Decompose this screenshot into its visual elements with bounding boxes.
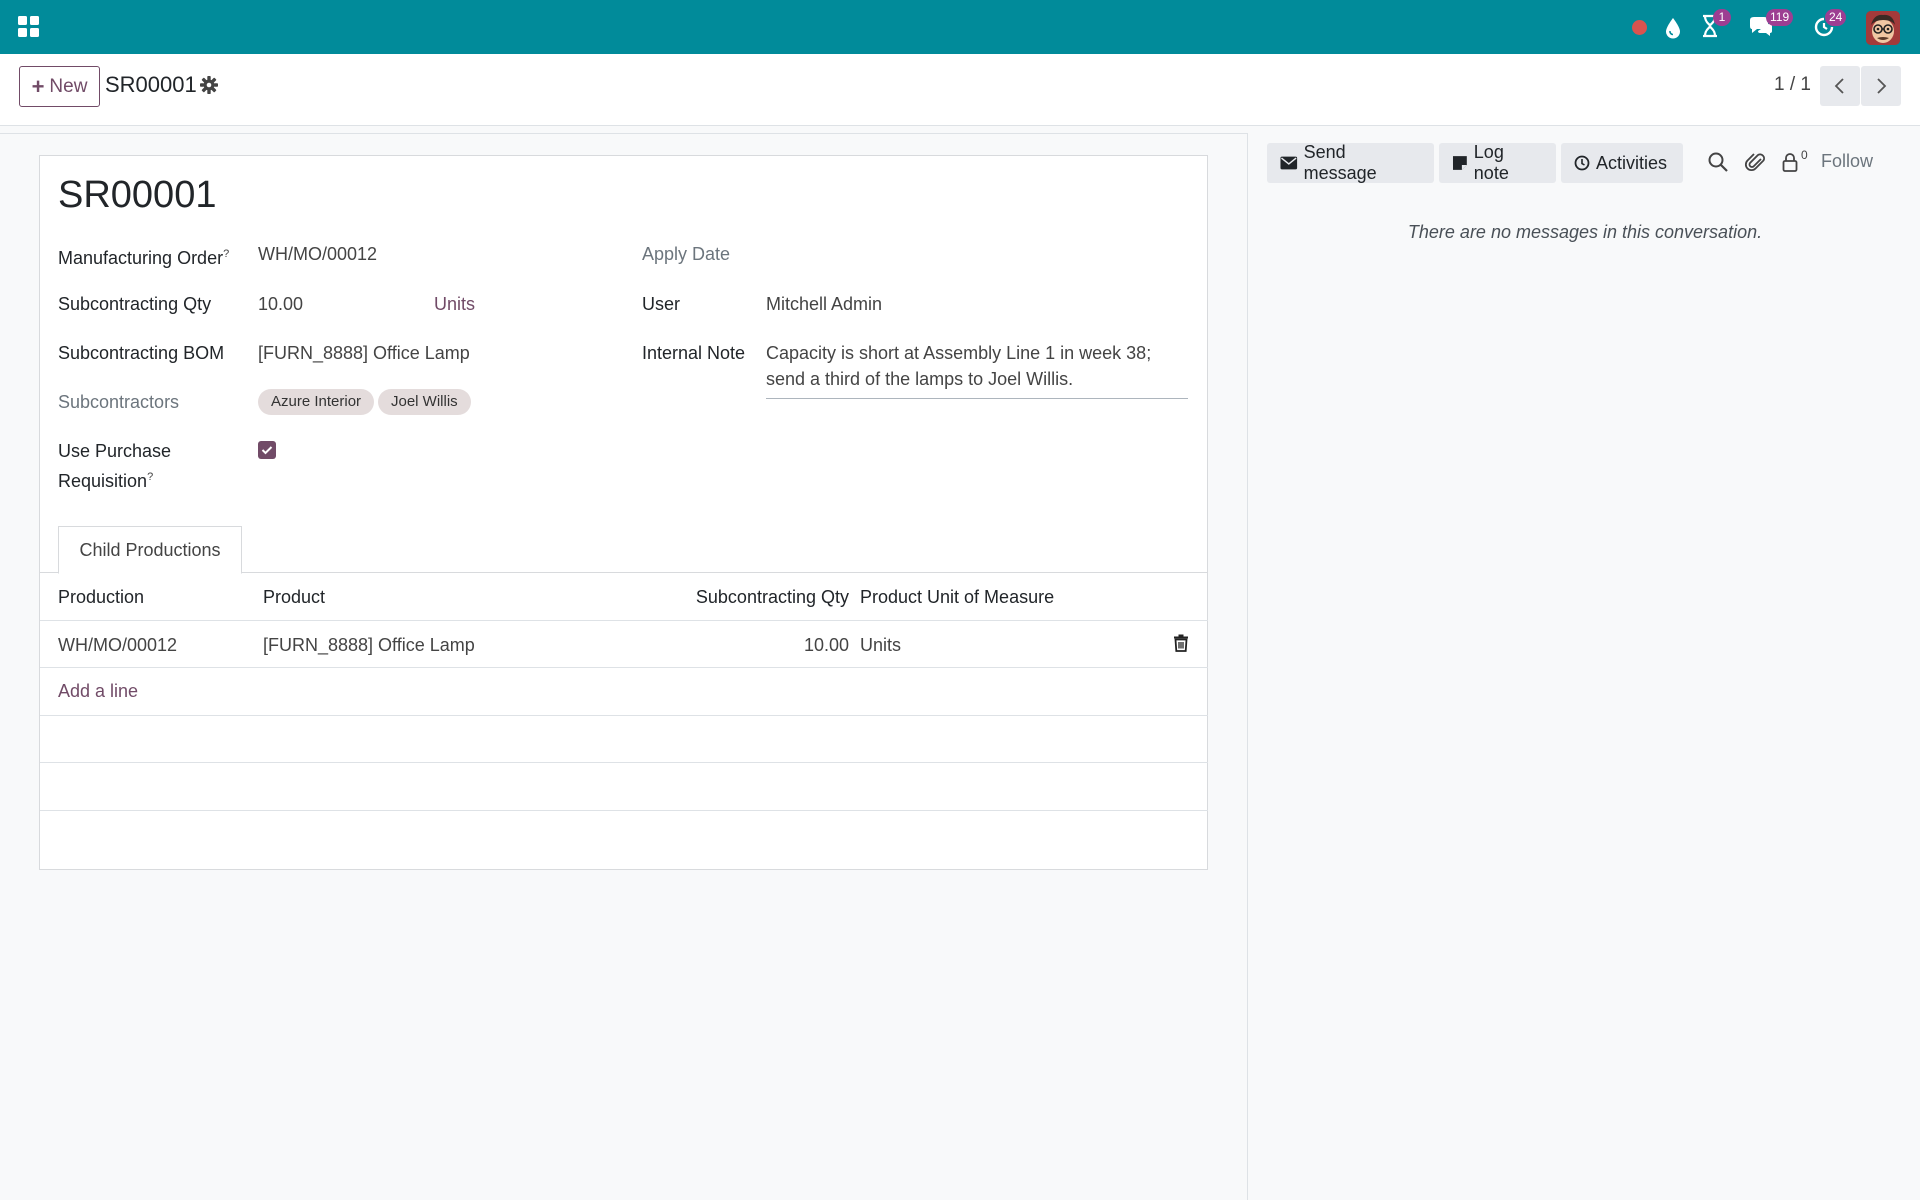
send-message-button[interactable]: Send message [1267, 142, 1434, 183]
user-avatar[interactable] [1866, 11, 1900, 45]
avatar-face-icon [1866, 11, 1900, 45]
table-row-divider [40, 762, 1208, 763]
checkmark-icon [261, 446, 273, 455]
subcontractor-tag[interactable]: Azure Interior [258, 389, 375, 415]
column-header-product[interactable]: Product [263, 584, 325, 610]
activities-button[interactable]: Activities [1561, 143, 1683, 183]
pager-value[interactable]: 1 / 1 [1774, 74, 1811, 96]
manufacturing-order-label-text: Manufacturing Order [58, 248, 224, 268]
log-note-label: Log note [1473, 142, 1509, 183]
table-row-divider [40, 715, 1208, 716]
lock-followers-icon[interactable] [1778, 150, 1802, 174]
use-purchase-requisition-label: Use Purchase Requisition? [58, 438, 171, 494]
follow-button[interactable]: Follow [1821, 151, 1873, 172]
log-note-button[interactable]: Log note [1439, 142, 1556, 183]
subcontracting-bom-label: Subcontracting BOM [58, 343, 225, 363]
add-a-line-link[interactable]: Add a line [58, 678, 138, 704]
use-purchase-requisition-checkbox[interactable] [258, 441, 276, 459]
chevron-right-icon [1877, 78, 1887, 94]
timer-menu[interactable]: 24 [1812, 9, 1852, 40]
no-messages-text: There are no messages in this conversati… [1407, 222, 1763, 242]
user-label: User [642, 294, 681, 314]
subcontracting-bom-value[interactable]: [FURN_8888] Office Lamp [258, 340, 470, 366]
column-header-uom[interactable]: Product Unit of Measure [860, 584, 1054, 610]
subcontractors-label: Subcontractors [58, 392, 180, 412]
record-title: SR00001 [58, 174, 217, 216]
subcontracting-qty-label: Subcontracting Qty [58, 294, 212, 314]
timer-count-badge: 24 [1825, 9, 1847, 26]
apps-menu-icon[interactable] [16, 14, 40, 38]
pager-previous-button[interactable] [1820, 66, 1860, 106]
new-record-button[interactable]: + New [19, 66, 100, 107]
activities-label: Activities [1596, 152, 1668, 173]
apply-date-input[interactable] [766, 241, 1186, 267]
table-cell-product[interactable]: [FURN_8888] Office Lamp [263, 632, 475, 658]
send-message-label: Send message [1303, 142, 1377, 183]
apply-date-label: Apply Date [642, 244, 731, 264]
table-row-divider [40, 810, 1208, 811]
column-header-subcontracting-qty[interactable]: Subcontracting Qty [660, 584, 849, 610]
help-tooltip-icon[interactable]: ? [223, 248, 229, 260]
activities-count-badge: 1 [1713, 9, 1731, 26]
user-value[interactable]: Mitchell Admin [766, 291, 882, 317]
paperclip-icon[interactable] [1744, 150, 1768, 174]
use-purchase-requisition-label-line1: Use Purchase [58, 441, 172, 461]
new-button-label: New [49, 75, 88, 97]
control-panel: + New SR00001 1 / 1 [0, 54, 1920, 126]
activities-menu[interactable]: 1 [1700, 9, 1731, 40]
table-cell-uom[interactable]: Units [860, 632, 901, 658]
gear-icon[interactable] [199, 75, 219, 95]
use-purchase-requisition-label-line2: Requisition [58, 471, 148, 491]
table-cell-production[interactable]: WH/MO/00012 [58, 632, 177, 658]
search-icon[interactable] [1706, 150, 1730, 174]
tab-child-productions[interactable]: Child Productions [58, 526, 242, 574]
subcontractor-tag[interactable]: Joel Willis [378, 389, 471, 415]
sticky-note-icon [1452, 156, 1467, 170]
recording-indicator-icon[interactable] [1632, 20, 1647, 35]
table-cell-qty[interactable]: 10.00 [700, 632, 849, 658]
pager-next-button[interactable] [1861, 66, 1901, 106]
plus-icon: + [31, 73, 45, 99]
droplet-icon[interactable] [1664, 15, 1682, 41]
subcontracting-qty-value[interactable]: 10.00 [258, 291, 303, 317]
messaging-menu[interactable]: 119 [1748, 9, 1794, 40]
internal-note-underline [766, 398, 1188, 399]
messages-count-badge: 119 [1766, 9, 1794, 26]
clock-icon [1574, 155, 1590, 171]
internal-note-line: Capacity is short at Assembly Line 1 in … [766, 343, 1152, 363]
follower-count: 0 [1801, 148, 1808, 162]
table-row-divider [40, 667, 1208, 668]
manufacturing-order-value[interactable]: WH/MO/00012 [258, 241, 377, 267]
internal-note-text[interactable]: Capacity is short at Assembly Line 1 in … [766, 340, 1188, 392]
table-header-divider [40, 620, 1208, 621]
column-header-production[interactable]: Production [58, 584, 144, 610]
breadcrumb-current: SR00001 [105, 72, 197, 97]
internal-note-line: send a third of the lamps to Joel Willis… [766, 369, 1074, 389]
trash-icon[interactable] [1173, 634, 1189, 652]
internal-note-label: Internal Note [642, 343, 746, 363]
chevron-left-icon [1834, 78, 1844, 94]
manufacturing-order-label: Manufacturing Order? [58, 241, 229, 271]
top-navbar: 1 119 24 [0, 0, 1920, 54]
envelope-icon [1280, 156, 1298, 170]
subcontracting-qty-uom[interactable]: Units [434, 291, 475, 317]
help-tooltip-icon[interactable]: ? [147, 471, 153, 483]
